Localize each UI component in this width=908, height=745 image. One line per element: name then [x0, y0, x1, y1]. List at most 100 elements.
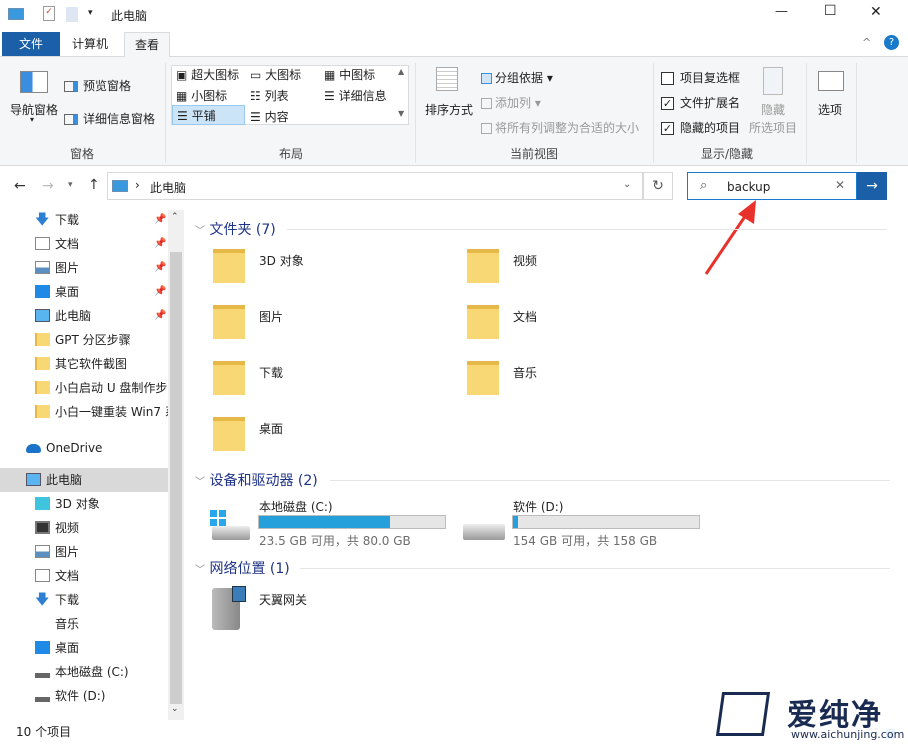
recent-locations-button[interactable]: ▾ — [68, 180, 73, 190]
gallery-scroll-up[interactable]: ▲ — [398, 67, 404, 76]
layout-small[interactable]: ▦ 小图标 — [176, 87, 227, 104]
nav-item[interactable]: 桌面 — [0, 636, 168, 660]
tab-file[interactable]: 文件 — [2, 32, 60, 56]
pin-icon[interactable]: 📌 — [154, 256, 166, 280]
checkbox-checked[interactable]: ✓ — [661, 97, 674, 110]
options-button[interactable]: 选项 — [818, 101, 842, 118]
hidden-items-toggle[interactable]: ✓ 隐藏的项目 — [661, 119, 740, 136]
maximize-button[interactable]: ☐ — [824, 3, 837, 19]
nav-item[interactable]: 3D 对象 — [0, 492, 168, 516]
address-bar[interactable]: › 此电脑 ⌄ — [107, 172, 643, 200]
refresh-button[interactable]: ↻ — [643, 172, 673, 200]
search-box[interactable]: ⌕ backup ✕ — [687, 172, 857, 200]
help-button[interactable]: ? — [884, 35, 899, 50]
section-network[interactable]: ﹀ 网络位置 (1) — [195, 558, 890, 578]
close-button[interactable]: ✕ — [870, 4, 882, 20]
desktop-icon — [35, 285, 50, 298]
search-go-button[interactable]: → — [857, 172, 887, 200]
nav-item[interactable]: GPT 分区步骤 — [0, 328, 168, 352]
nav-item[interactable]: 此电脑 — [0, 468, 168, 492]
nav-item[interactable]: 视频 — [0, 516, 168, 540]
drive-c-name[interactable]: 本地磁盘 (C:) — [259, 498, 333, 515]
video-icon — [35, 521, 50, 534]
section-devices[interactable]: ﹀ 设备和驱动器 (2) — [195, 470, 890, 490]
folder-cube-icon — [213, 249, 245, 283]
breadcrumb-separator[interactable]: › — [135, 178, 140, 192]
nav-item[interactable]: 音乐 — [0, 612, 168, 636]
folder-item[interactable]: 音乐 — [513, 364, 537, 381]
nav-item[interactable]: 小白启动 U 盘制作步 — [0, 376, 168, 400]
new-folder-icon[interactable] — [66, 7, 78, 22]
details-pane-button[interactable]: 详细信息窗格 — [64, 110, 155, 127]
nav-item[interactable]: 文档 📌 — [0, 232, 168, 256]
folder-item[interactable]: 桌面 — [259, 420, 283, 437]
nav-item[interactable]: 文档 — [0, 564, 168, 588]
folder-item[interactable]: 文档 — [513, 308, 537, 325]
clear-search-icon[interactable]: ✕ — [835, 178, 845, 192]
address-dropdown[interactable]: ⌄ — [623, 179, 631, 190]
nav-scroll-thumb[interactable] — [170, 252, 182, 704]
network-item-gateway[interactable]: 天翼网关 — [259, 591, 307, 608]
nav-item[interactable]: 软件 (D:) — [0, 684, 168, 708]
tab-computer[interactable]: 计算机 — [62, 32, 118, 56]
download-icon: 🡇 — [35, 212, 50, 228]
up-button[interactable]: ↑ — [88, 177, 100, 193]
folder-item[interactable]: 视频 — [513, 252, 537, 269]
pin-icon[interactable]: 📌 — [154, 232, 166, 256]
layout-details[interactable]: ☰ 详细信息 — [324, 87, 387, 104]
forward-button[interactable]: → — [42, 178, 54, 194]
ribbon-collapse-button[interactable]: ^ — [862, 36, 871, 49]
drive-d-name[interactable]: 软件 (D:) — [513, 498, 563, 515]
hide-selected-label[interactable]: 隐藏 — [761, 101, 785, 118]
checkbox-checked[interactable]: ✓ — [661, 122, 674, 135]
nav-item[interactable]: 桌面 📌 — [0, 280, 168, 304]
pin-icon[interactable]: 📌 — [154, 208, 166, 232]
section-folders[interactable]: ﹀ 文件夹 (7) — [195, 219, 887, 239]
nav-item-label: 文档 — [55, 569, 80, 583]
nav-scrollbar[interactable]: ⌃ ⌄ — [168, 210, 184, 720]
layout-tiles[interactable]: ☰ 平铺 — [172, 105, 245, 125]
nav-item[interactable]: 此电脑 📌 — [0, 304, 168, 328]
tab-view[interactable]: 查看 — [124, 32, 171, 57]
back-button[interactable]: ← — [14, 178, 26, 194]
fit-columns-button[interactable]: 将所有列调整为合适的大小 — [481, 119, 639, 136]
layout-medium[interactable]: ▦ 中图标 — [324, 66, 375, 83]
folder-download-icon — [213, 361, 245, 395]
nav-item[interactable]: 本地磁盘 (C:) — [0, 660, 168, 684]
folder-icon — [35, 333, 50, 346]
nav-item[interactable]: 图片 — [0, 540, 168, 564]
nav-item[interactable]: 其它软件截图 — [0, 352, 168, 376]
layout-list[interactable]: ☷ 列表 — [250, 87, 289, 104]
folder-item[interactable]: 3D 对象 — [259, 252, 304, 269]
group-label-current-view: 当前视图 — [510, 147, 559, 161]
pin-icon[interactable]: 📌 — [154, 304, 166, 328]
layout-extra-large[interactable]: ▣ 超大图标 — [176, 66, 239, 83]
properties-icon[interactable]: ✓ — [43, 6, 55, 21]
nav-item[interactable]: 图片 📌 — [0, 256, 168, 280]
preview-pane-button[interactable]: 预览窗格 — [64, 77, 131, 94]
nav-item[interactable]: OneDrive — [0, 436, 168, 460]
drive-d-usage-bar — [512, 515, 700, 529]
layout-content[interactable]: ☰ 内容 — [250, 108, 289, 125]
minimize-button[interactable]: — — [775, 4, 788, 19]
file-extensions-toggle[interactable]: ✓ 文件扩展名 — [661, 94, 740, 111]
layout-large[interactable]: ▭ 大图标 — [250, 66, 301, 83]
customize-toolbar-icon[interactable]: ▾ — [88, 8, 93, 18]
cube-icon — [35, 497, 50, 510]
nav-item[interactable]: 🡇 下载 📌 — [0, 208, 168, 232]
annotation-arrow — [704, 200, 756, 275]
hide-selected-label-2[interactable]: 所选项目 — [749, 119, 797, 136]
item-checkboxes-toggle[interactable]: 项目复选框 — [661, 69, 740, 86]
search-input[interactable]: backup — [727, 180, 770, 194]
folder-item[interactable]: 下载 — [259, 364, 283, 381]
breadcrumb-this-pc[interactable]: 此电脑 — [150, 179, 186, 196]
pin-icon[interactable]: 📌 — [154, 280, 166, 304]
checkbox-unchecked[interactable] — [661, 72, 674, 85]
group-by-button[interactable]: 分组依据 ▾ — [481, 69, 553, 86]
nav-item[interactable]: 小白一键重装 Win7 系 — [0, 400, 168, 424]
add-column-button[interactable]: 添加列 ▾ — [481, 94, 541, 111]
gallery-expand[interactable]: ▼ — [398, 109, 404, 118]
sort-by-button[interactable]: 排序方式 — [425, 101, 473, 118]
folder-item[interactable]: 图片 — [259, 308, 283, 325]
nav-item[interactable]: 🡇 下载 — [0, 588, 168, 612]
